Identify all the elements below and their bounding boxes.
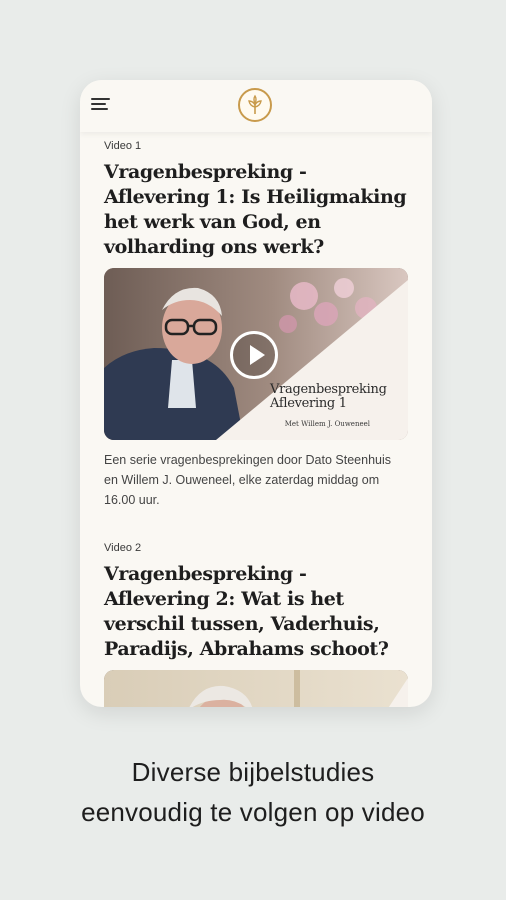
phone-screen: Video 1 Vragenbespreking - Aflevering 1:… bbox=[80, 80, 432, 707]
thumbnail-subtitle: Met Willem J. Ouweneel bbox=[284, 420, 370, 428]
video-thumbnail[interactable] bbox=[104, 670, 408, 707]
video-label: Video 2 bbox=[104, 542, 142, 554]
video-title[interactable]: Vragenbespreking - Aflevering 1: Is Heil… bbox=[104, 160, 408, 260]
video-description: Een serie vragenbesprekingen door Dato S… bbox=[104, 453, 391, 507]
video-label: Video 1 bbox=[104, 140, 142, 152]
thumbnail-title: Vragenbespreking Aflevering 1 bbox=[270, 383, 400, 411]
video-thumbnail[interactable]: Vragenbespreking Aflevering 1 Met Willem… bbox=[104, 268, 408, 440]
video-card: Video 2 Vragenbespreking - Aflevering 2:… bbox=[104, 540, 408, 707]
video-title[interactable]: Vragenbespreking - Aflevering 2: Wat is … bbox=[104, 562, 408, 662]
promo-caption: Diverse bijbelstudies eenvoudig te volge… bbox=[0, 752, 506, 832]
hamburger-menu-icon[interactable] bbox=[91, 98, 110, 112]
thumbnail-title-line2: Aflevering 1 bbox=[270, 396, 347, 411]
app-bar bbox=[80, 80, 432, 132]
promo-caption-line2: eenvoudig te volgen op video bbox=[81, 797, 425, 827]
promo-caption-line1: Diverse bijbelstudies bbox=[131, 757, 375, 787]
video-list: Video 1 Vragenbespreking - Aflevering 1:… bbox=[104, 132, 408, 707]
tree-logo-icon[interactable] bbox=[238, 88, 272, 122]
play-button[interactable] bbox=[230, 331, 278, 379]
video-card: Video 1 Vragenbespreking - Aflevering 1:… bbox=[104, 138, 408, 510]
thumbnail-title-line1: Vragenbespreking bbox=[270, 382, 387, 397]
